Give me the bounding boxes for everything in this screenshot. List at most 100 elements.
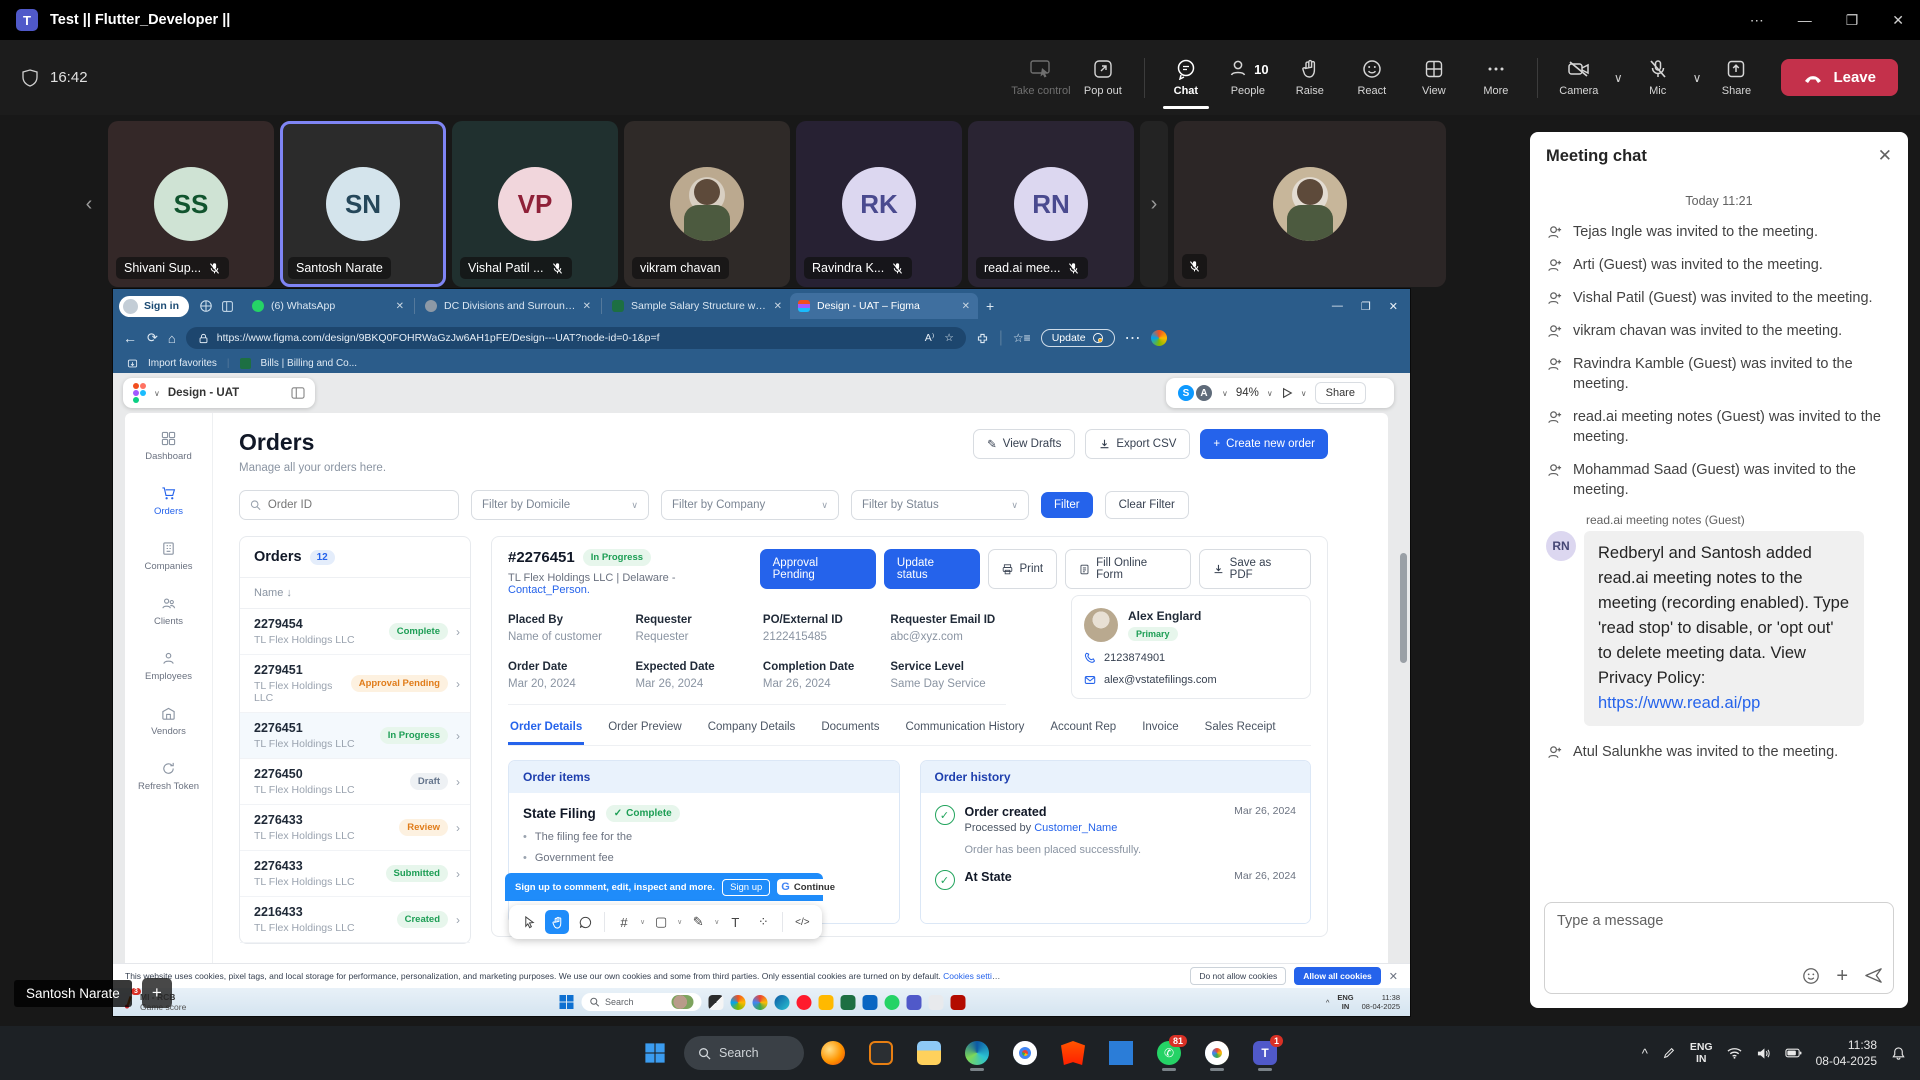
chevron-down-icon[interactable]: ∨	[1222, 389, 1228, 398]
react-button[interactable]: React	[1341, 58, 1403, 97]
shape-tool-icon[interactable]: ▢	[649, 910, 673, 934]
video-tile[interactable]: VP Vishal Patil ...	[452, 121, 618, 287]
pen-tool-icon[interactable]: ✎	[686, 910, 710, 934]
raise-hand-button[interactable]: Raise	[1279, 58, 1341, 97]
chat-message-input[interactable]	[1557, 913, 1835, 929]
task-view-icon[interactable]	[708, 995, 723, 1010]
leave-button[interactable]: Leave	[1781, 59, 1898, 96]
filter-button[interactable]: Filter	[1041, 492, 1093, 518]
update-button[interactable]: Update	[1041, 329, 1115, 347]
tab-close-icon[interactable]: ✕	[396, 301, 404, 312]
chevron-down-icon[interactable]: ∨	[714, 918, 719, 926]
export-csv-button[interactable]: Export CSV	[1085, 429, 1190, 459]
chevron-down-icon[interactable]: ∨	[1267, 389, 1273, 398]
deny-cookies-button[interactable]: Do not allow cookies	[1190, 967, 1286, 985]
excel-icon[interactable]	[840, 995, 855, 1010]
new-tab-icon[interactable]: +	[986, 298, 994, 314]
wifi-icon[interactable]	[1727, 1047, 1742, 1059]
tab-account-rep[interactable]: Account Rep	[1048, 721, 1118, 745]
signup-button[interactable]: Sign up	[722, 879, 770, 896]
update-status-button[interactable]: Update status	[884, 549, 981, 589]
approval-pending-button[interactable]: Approval Pending	[760, 549, 876, 589]
folder-icon[interactable]	[818, 995, 833, 1010]
browser-more-icon[interactable]: ⋯	[1125, 328, 1141, 348]
orders-column-header[interactable]: Name ↓	[240, 578, 470, 609]
teams-icon[interactable]: T 1	[1246, 1034, 1284, 1072]
vlc-icon[interactable]	[862, 1034, 900, 1072]
chat-close-icon[interactable]: ✕	[1878, 146, 1892, 166]
video-tile-active-speaker[interactable]: SN Santosh Narate	[280, 121, 446, 287]
tab-documents[interactable]: Documents	[819, 721, 881, 745]
sidebar-item-dashboard[interactable]: Dashboard	[145, 431, 191, 462]
tray-chevron-icon[interactable]: ^	[1642, 1046, 1648, 1061]
tab-order-preview[interactable]: Order Preview	[606, 721, 684, 745]
whatsapp-icon[interactable]: ✆ 81	[1150, 1034, 1188, 1072]
notepad-icon[interactable]	[928, 995, 943, 1010]
pdf-icon[interactable]	[950, 995, 965, 1010]
people-button[interactable]: 10 People	[1217, 58, 1279, 97]
mic-options-chevron-icon[interactable]: ∨	[1693, 71, 1702, 85]
order-list-item[interactable]: 2276450TL Flex Holdings LLC Draft›	[240, 759, 470, 805]
edge-icon[interactable]	[774, 995, 789, 1010]
order-list-item-selected[interactable]: 2276451TL Flex Holdings LLC In Progress›	[240, 713, 470, 759]
notification-bell-icon[interactable]	[1891, 1046, 1906, 1061]
taskbar-search[interactable]: Search	[684, 1036, 804, 1070]
outlook-icon[interactable]	[862, 995, 877, 1010]
tray-chevron-icon[interactable]: ^	[1326, 998, 1330, 1007]
bookmark-import[interactable]: Import favorites	[148, 358, 217, 369]
actions-tool-icon[interactable]: ⁘	[751, 910, 775, 934]
tab-invoice[interactable]: Invoice	[1140, 721, 1180, 745]
order-list-item[interactable]: 2216433TL Flex Holdings LLC Created›	[240, 897, 470, 943]
browser-tab[interactable]: (6) WhatsApp ✕	[244, 293, 412, 319]
sidebar-item-refresh-token[interactable]: Refresh Token	[138, 761, 199, 792]
tiles-prev-icon[interactable]: ‹	[76, 174, 102, 234]
allow-cookies-button[interactable]: Allow all cookies	[1294, 967, 1381, 985]
tab-close-icon[interactable]: ✕	[962, 301, 970, 312]
layout-panel-icon[interactable]	[291, 387, 305, 399]
google-continue-button[interactable]: GContinue	[777, 879, 842, 895]
frame-tool-icon[interactable]: #	[612, 910, 636, 934]
browser-tab-active[interactable]: Design - UAT – Figma ✕	[790, 293, 978, 319]
bookmark-bills[interactable]: Bills | Billing and Co...	[261, 358, 358, 369]
text-tool-icon[interactable]: T	[723, 910, 747, 934]
pop-out-button[interactable]: Pop out	[1072, 58, 1134, 97]
video-tile[interactable]	[1174, 121, 1446, 287]
video-tile[interactable]: vikram chavan	[624, 121, 790, 287]
whatsapp-icon[interactable]	[884, 995, 899, 1010]
taskbar-clock[interactable]: 11:3808-04-2025	[1816, 1037, 1877, 1069]
page-scrollbar[interactable]	[1400, 553, 1407, 663]
privacy-policy-link[interactable]: https://www.read.ai/pp	[1598, 694, 1760, 712]
chrome-icon[interactable]	[1006, 1034, 1044, 1072]
filter-domicile-select[interactable]: Filter by Domicile∨	[471, 490, 649, 520]
clear-filter-button[interactable]: Clear Filter	[1105, 491, 1189, 519]
copilot-icon[interactable]	[730, 995, 745, 1010]
tab-company-details[interactable]: Company Details	[706, 721, 798, 745]
order-list-item[interactable]: 2276433TL Flex Holdings LLC Review›	[240, 805, 470, 851]
chevron-down-icon[interactable]: ∨	[1301, 389, 1307, 398]
camera-button[interactable]: Camera	[1548, 58, 1610, 97]
url-bar[interactable]: https://www.figma.com/design/9BKQ0FOHRWa…	[186, 327, 966, 349]
opera-icon[interactable]	[796, 995, 811, 1010]
tab-close-icon[interactable]: ✕	[583, 301, 591, 312]
chat-input-box[interactable]: +	[1544, 902, 1894, 994]
video-tile[interactable]: SS Shivani Sup...	[108, 121, 274, 287]
chevron-down-icon[interactable]: ∨	[677, 918, 682, 926]
contact-email[interactable]: alex@vstatefilings.com	[1104, 674, 1217, 686]
share-button[interactable]: Share	[1705, 58, 1767, 97]
order-list-item[interactable]: 2276433TL Flex Holdings LLC Submitted›	[240, 851, 470, 897]
order-list-item[interactable]: 2279451TL Flex Holdings LLC Approval Pen…	[240, 655, 470, 713]
favorites-bar-icon[interactable]: ☆≡	[1013, 331, 1031, 345]
cookies-settings-link[interactable]: Cookies settings	[943, 971, 1005, 981]
fill-online-form-button[interactable]: Fill Online Form	[1065, 549, 1191, 589]
firefox-icon[interactable]	[814, 1034, 852, 1072]
order-id-search[interactable]	[239, 490, 459, 520]
edge-icon[interactable]	[958, 1034, 996, 1072]
tab-actions-icon[interactable]	[221, 300, 234, 313]
comment-tool-icon[interactable]	[573, 910, 597, 934]
tiles-next-icon[interactable]: ›	[1140, 121, 1168, 287]
copilot-icon[interactable]	[1151, 330, 1167, 346]
present-play-icon[interactable]	[1281, 387, 1293, 399]
send-icon[interactable]	[1864, 966, 1883, 985]
contact-phone[interactable]: 2123874901	[1104, 652, 1165, 664]
customer-name-link[interactable]: Customer_Name	[1034, 822, 1117, 834]
